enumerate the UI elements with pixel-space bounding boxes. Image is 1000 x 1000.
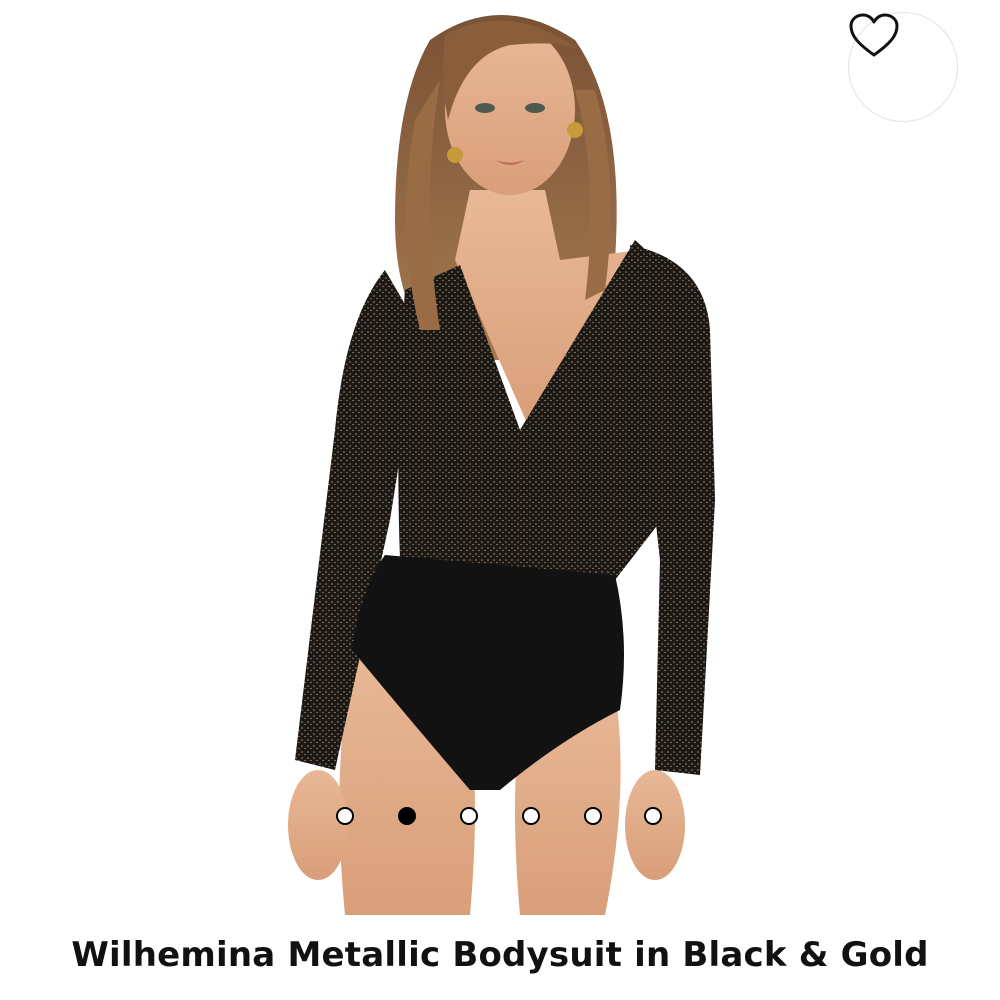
carousel-dot-3[interactable]	[460, 807, 478, 825]
carousel-dot-2[interactable]	[398, 807, 416, 825]
product-photo	[288, 15, 715, 915]
product-detail-page: Wilhemina Metallic Bodysuit in Black & G…	[0, 0, 1000, 1000]
product-title: Wilhemina Metallic Bodysuit in Black & G…	[71, 935, 929, 975]
product-image[interactable]	[0, 0, 1000, 915]
favorite-button[interactable]	[848, 12, 958, 122]
carousel-dot-6[interactable]	[644, 807, 662, 825]
heart-outline-icon	[849, 13, 899, 57]
image-carousel-dots	[336, 807, 666, 829]
carousel-dot-5[interactable]	[584, 807, 602, 825]
carousel-dot-1[interactable]	[336, 807, 354, 825]
carousel-dot-4[interactable]	[522, 807, 540, 825]
